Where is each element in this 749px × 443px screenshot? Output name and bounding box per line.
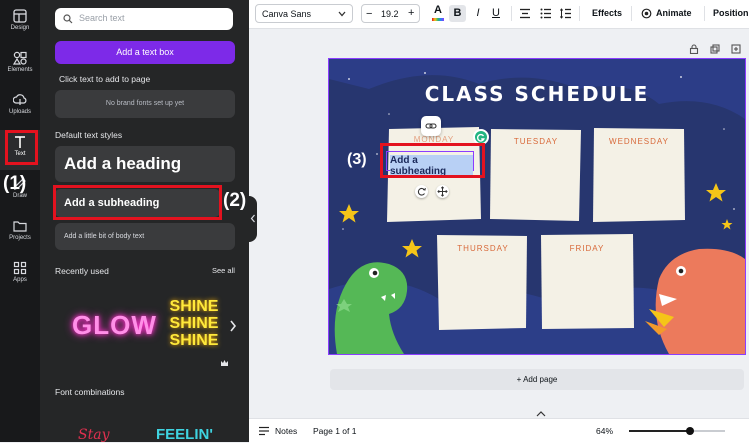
annotation-box-1 — [5, 130, 38, 165]
font-combinations-title: Font combinations — [55, 387, 125, 397]
font-size-increase-button[interactable]: + — [408, 7, 414, 19]
rotate-handle[interactable] — [415, 185, 428, 198]
brand-fonts-message: No brand fonts set up yet — [55, 90, 235, 118]
annotation-label-1: (1) — [3, 173, 27, 194]
text-color-button[interactable]: A — [430, 4, 446, 22]
toolbar-divider-3 — [631, 6, 632, 21]
day-label-friday[interactable]: FRIDAY — [541, 244, 633, 253]
italic-button[interactable]: I — [471, 5, 485, 22]
chevron-left-icon — [250, 214, 255, 223]
zoom-slider[interactable] — [629, 427, 725, 435]
rail-uploads-label: Uploads — [8, 109, 31, 115]
spacing-icon[interactable] — [560, 8, 572, 19]
notes-icon — [259, 426, 269, 436]
rail-design-label: Design — [10, 25, 30, 31]
zoom-slider-fill — [629, 430, 690, 432]
recent-shine-template[interactable]: SHINE SHINE SHINE — [164, 298, 224, 349]
zoom-slider-knob[interactable] — [686, 427, 694, 435]
toolbar-divider-2 — [579, 6, 580, 21]
font-family-dropdown[interactable]: Canva Sans — [255, 4, 353, 23]
add-page-icon[interactable] — [731, 44, 741, 54]
schedule-title[interactable]: CLASS SCHEDULE — [329, 82, 745, 106]
upload-icon — [13, 94, 27, 105]
effects-button[interactable]: Effects — [592, 8, 622, 18]
design-icon — [13, 9, 27, 23]
annotation-label-3: (3) — [347, 151, 367, 168]
text-color-swatch — [432, 18, 444, 21]
animate-button[interactable]: Animate — [656, 8, 692, 18]
collapse-panel-handle[interactable] — [249, 196, 257, 242]
chevron-up-icon[interactable] — [536, 411, 546, 417]
crown-icon — [221, 360, 228, 366]
add-body-text-button[interactable]: Add a little bit of body text — [55, 223, 235, 250]
combo-feelin-template[interactable]: FEELIN' — [156, 426, 213, 443]
toolbar-divider-4 — [704, 6, 705, 21]
chevron-down-icon — [338, 11, 346, 17]
default-styles-title: Default text styles — [55, 130, 123, 140]
rail-elements-label: Elements — [7, 67, 33, 73]
font-family-value: Canva Sans — [262, 9, 312, 19]
move-icon — [437, 186, 448, 197]
design-canvas[interactable]: CLASS SCHEDULE MONDAY TUESDAY WEDNESDAY … — [328, 58, 746, 355]
day-label-wednesday[interactable]: WEDNESDAY — [593, 137, 685, 146]
combo-stay-template[interactable]: Stay — [78, 427, 109, 443]
text-color-glyph: A — [434, 4, 442, 16]
bottom-bar: Notes Page 1 of 1 64% — [249, 418, 749, 443]
annotation-label-2: (2) — [223, 190, 247, 211]
font-size-value[interactable]: 19.2 — [381, 9, 399, 19]
align-center-icon[interactable] — [519, 8, 531, 19]
lock-icon[interactable] — [689, 44, 699, 54]
annotation-box-2 — [53, 185, 222, 220]
add-heading-button[interactable]: Add a heading — [55, 146, 235, 182]
notes-button[interactable]: Notes — [275, 426, 297, 436]
add-textbox-button[interactable]: Add a text box — [55, 41, 235, 64]
rail-projects-label: Projects — [9, 235, 31, 241]
toolbar-divider — [511, 6, 512, 21]
rotate-icon — [417, 187, 426, 196]
click-hint: Click text to add to page — [59, 74, 151, 84]
rail-elements[interactable]: Elements — [0, 46, 40, 86]
move-handle[interactable] — [436, 185, 449, 198]
link-icon[interactable] — [425, 121, 437, 131]
rail-apps[interactable]: Apps — [0, 256, 40, 296]
annotation-box-3 — [380, 143, 485, 178]
rail-projects[interactable]: Projects — [0, 214, 40, 254]
folder-icon — [13, 221, 27, 232]
rail-apps-label: Apps — [13, 277, 27, 283]
search-placeholder: Search text — [79, 13, 125, 23]
font-size-stepper: − 19.2 + — [361, 4, 420, 23]
element-context-toolbar — [421, 116, 441, 136]
zoom-value[interactable]: 64% — [596, 426, 613, 436]
search-icon — [63, 14, 73, 24]
day-label-tuesday[interactable]: TUESDAY — [490, 137, 582, 146]
list-icon[interactable] — [540, 8, 552, 19]
apps-icon — [13, 261, 27, 275]
page-indicator[interactable]: Page 1 of 1 — [313, 426, 356, 436]
search-input[interactable]: Search text — [55, 8, 233, 30]
duplicate-page-icon[interactable] — [710, 44, 720, 54]
elements-icon — [13, 51, 27, 65]
animate-icon — [641, 8, 652, 19]
rail-uploads[interactable]: Uploads — [0, 88, 40, 128]
recently-used-title: Recently used — [55, 266, 109, 276]
font-size-decrease-button[interactable]: − — [366, 8, 372, 20]
bold-button[interactable]: B — [449, 5, 466, 22]
rail-design[interactable]: Design — [0, 4, 40, 44]
chevron-right-icon[interactable] — [229, 320, 237, 332]
position-button[interactable]: Position — [713, 8, 749, 18]
underline-button[interactable]: U — [489, 5, 503, 22]
icon-rail: Design Elements Uploads Text Draw Projec… — [0, 0, 40, 442]
text-panel: Search text Add a text box Click text to… — [40, 0, 249, 443]
day-label-thursday[interactable]: THURSDAY — [437, 244, 529, 253]
recent-glow-template[interactable]: GLOW — [72, 310, 157, 341]
see-all-link[interactable]: See all — [212, 266, 235, 275]
add-page-button[interactable]: + Add page — [330, 369, 744, 390]
text-toolbar: Canva Sans − 19.2 + A B I U Effects Anim… — [249, 0, 749, 29]
